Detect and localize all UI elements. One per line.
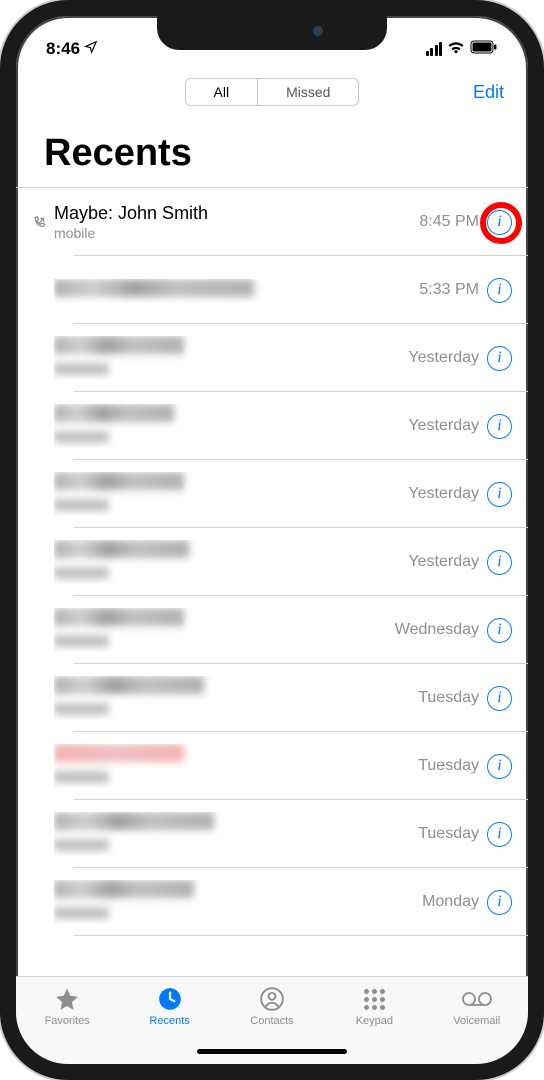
call-time: Monday (422, 893, 479, 911)
call-type-icon (24, 833, 54, 835)
call-row[interactable]: Mondayi (16, 868, 528, 936)
info-button[interactable]: i (487, 822, 512, 847)
call-sub-redacted (54, 907, 109, 919)
info-button[interactable]: i (487, 346, 512, 371)
nav-bar: All Missed Edit (16, 68, 528, 114)
info-button[interactable]: i (487, 414, 512, 439)
call-sub-redacted (54, 499, 109, 511)
clock-icon (157, 985, 183, 1013)
info-button[interactable]: i (487, 210, 512, 235)
call-time: Tuesday (418, 757, 479, 775)
call-name-redacted (54, 336, 184, 354)
info-button[interactable]: i (487, 618, 512, 643)
call-name-redacted (54, 404, 174, 422)
call-sub-redacted (54, 839, 109, 851)
call-time: Yesterday (408, 417, 479, 435)
call-time: Yesterday (408, 349, 479, 367)
call-name: Maybe: John Smith (54, 203, 419, 224)
call-row[interactable]: Yesterday i (16, 392, 528, 460)
call-row[interactable]: Wednesday i (16, 596, 528, 664)
call-type-icon (24, 289, 54, 291)
call-type-icon (24, 561, 54, 563)
wifi-icon (447, 39, 465, 59)
phone-frame: 8:46 All Missed Edit Recent (0, 0, 544, 1080)
call-sub-redacted (54, 771, 109, 783)
info-button[interactable]: i (487, 550, 512, 575)
call-row[interactable]: Yesterday i (16, 528, 528, 596)
tab-label: Contacts (250, 1015, 293, 1027)
location-icon (84, 39, 98, 59)
call-name-redacted (54, 472, 184, 490)
call-name-redacted (54, 744, 184, 762)
call-subtitle: mobile (54, 225, 419, 241)
call-list: Maybe: John Smithmobile8:45 PMi5:33 PMiY… (16, 187, 528, 936)
keypad-icon (364, 985, 385, 1013)
tab-label: Keypad (356, 1015, 393, 1027)
call-row[interactable]: Yesterday i (16, 324, 528, 392)
call-row[interactable]: Tuesday i (16, 800, 528, 868)
call-sub-redacted (54, 363, 109, 375)
edit-button[interactable]: Edit (473, 82, 504, 103)
call-time: Yesterday (408, 553, 479, 571)
call-type-icon (24, 425, 54, 427)
tab-label: Voicemail (453, 1015, 500, 1027)
info-button[interactable]: i (487, 278, 512, 303)
info-button[interactable]: i (487, 890, 512, 915)
call-sub-redacted (54, 635, 109, 647)
tab-missed[interactable]: Missed (257, 79, 358, 105)
info-button[interactable]: i (487, 686, 512, 711)
call-row[interactable]: Yesterday i (16, 460, 528, 528)
tab-voicemail[interactable]: Voicemail (426, 985, 528, 1064)
call-time: 5:33 PM (419, 281, 479, 299)
call-type-icon (24, 214, 54, 230)
call-name-redacted (54, 676, 204, 694)
call-row[interactable]: 5:33 PM i (16, 256, 528, 324)
call-type-icon (24, 765, 54, 767)
call-row[interactable]: Maybe: John Smithmobile8:45 PM i (16, 188, 528, 256)
tab-label: Recents (149, 1015, 189, 1027)
tab-favorites[interactable]: Favorites (16, 985, 118, 1064)
call-name-redacted (54, 279, 254, 297)
home-indicator[interactable] (197, 1049, 347, 1054)
call-time: 8:45 PM (419, 213, 479, 231)
call-name-redacted (54, 540, 189, 558)
info-button[interactable]: i (487, 482, 512, 507)
call-time: Tuesday (418, 689, 479, 707)
call-time: Yesterday (408, 485, 479, 503)
call-type-icon (24, 629, 54, 631)
contact-icon (259, 985, 285, 1013)
star-icon (54, 985, 80, 1013)
info-button[interactable]: i (487, 754, 512, 779)
voicemail-icon (461, 985, 493, 1013)
call-name-redacted (54, 880, 194, 898)
call-sub-redacted (54, 567, 109, 579)
call-name-redacted (54, 608, 184, 626)
call-row[interactable]: Tuesday i (16, 732, 528, 800)
call-time: Tuesday (418, 825, 479, 843)
battery-icon (470, 39, 498, 59)
call-type-icon (24, 901, 54, 903)
call-type-icon (24, 357, 54, 359)
call-row[interactable]: Tuesday i (16, 664, 528, 732)
status-time: 8:46 (46, 39, 80, 59)
call-time: Wednesday (395, 621, 479, 639)
page-title: Recents (16, 114, 528, 187)
call-type-icon (24, 493, 54, 495)
tab-bar: Favorites Recents Contacts Keypad Voicem… (16, 976, 528, 1064)
notch (157, 16, 387, 50)
call-type-icon (24, 697, 54, 699)
call-sub-redacted (54, 703, 109, 715)
tab-all[interactable]: All (186, 79, 258, 105)
call-sub-redacted (54, 431, 109, 443)
call-name-redacted (54, 812, 214, 830)
segmented-control: All Missed (185, 78, 360, 106)
tab-label: Favorites (45, 1015, 90, 1027)
cellular-icon (426, 42, 443, 56)
